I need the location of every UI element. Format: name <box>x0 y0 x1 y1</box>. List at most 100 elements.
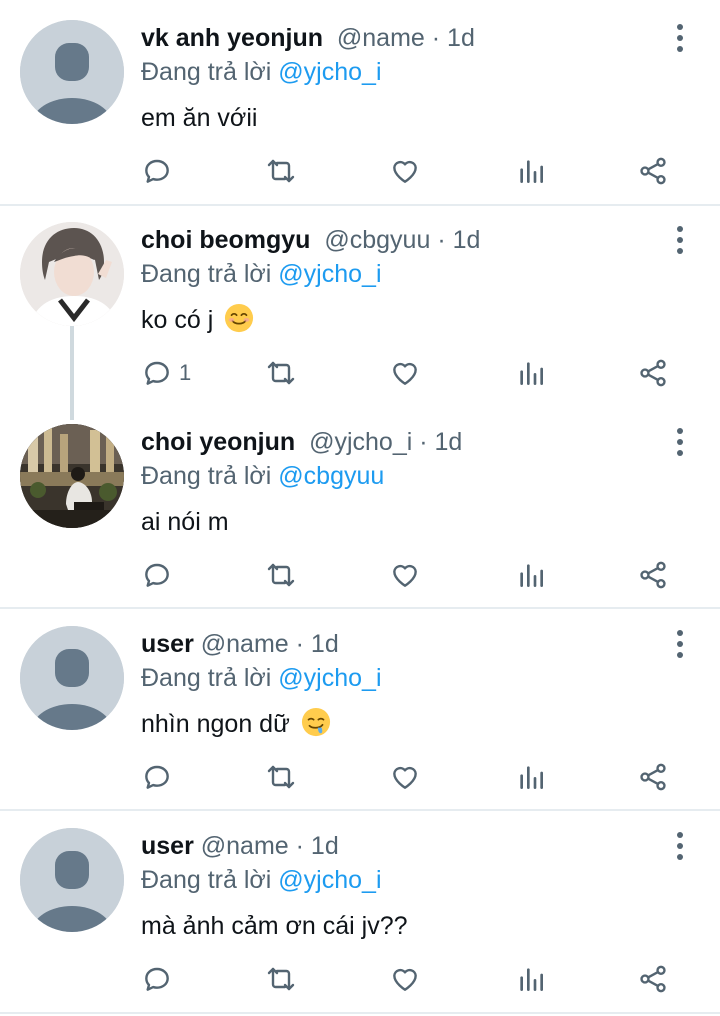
display-name[interactable]: user <box>141 630 194 658</box>
mention-link[interactable]: @yjcho_i <box>278 664 381 692</box>
timestamp[interactable]: 1d <box>311 832 339 860</box>
reply-button[interactable] <box>141 151 179 191</box>
default-avatar-icon <box>20 626 124 730</box>
heart-icon <box>393 564 417 587</box>
replying-prefix: Đang trả lời <box>141 866 272 894</box>
retweet-button[interactable] <box>265 959 297 999</box>
smiling-face-emoji <box>225 303 254 333</box>
share-button[interactable] <box>637 555 669 595</box>
retweet-icon <box>267 765 295 789</box>
tweet-text-row: ko có j <box>141 302 254 338</box>
tweet[interactable]: user @name · 1d Đang trả lời @yjcho_i mà… <box>0 826 720 1016</box>
reply-button[interactable] <box>141 959 179 999</box>
analytics-button[interactable] <box>515 353 547 393</box>
tweet[interactable]: choi beomgyu @cbgyuu · 1d Đang trả lời @… <box>0 220 720 410</box>
heart-icon <box>393 160 417 183</box>
replying-prefix: Đang trả lời <box>141 462 272 490</box>
replying-to-line: Đang trả lời @yjcho_i <box>141 256 382 292</box>
timestamp[interactable]: 1d <box>447 24 475 52</box>
retweet-button[interactable] <box>265 555 297 595</box>
timestamp[interactable]: 1d <box>311 630 339 658</box>
analytics-button[interactable] <box>515 555 547 595</box>
share-button[interactable] <box>637 959 669 999</box>
tweet-actions <box>141 555 681 595</box>
tweet[interactable]: vk anh yeonjun @name · 1d Đang trả lời @… <box>0 18 720 208</box>
tweet-content: vk anh yeonjun @name · 1d Đang trả lời @… <box>141 20 660 140</box>
like-button[interactable] <box>389 757 421 797</box>
more-options-icon[interactable] <box>670 828 690 864</box>
share-button[interactable] <box>637 353 669 393</box>
reply-button[interactable] <box>141 757 179 797</box>
timestamp[interactable]: 1d <box>435 428 463 456</box>
divider <box>0 809 720 811</box>
like-button[interactable] <box>389 555 421 595</box>
display-name[interactable]: choi yeonjun <box>141 428 295 456</box>
default-avatar-icon <box>20 828 124 932</box>
reply-icon <box>145 765 169 789</box>
reply-button[interactable] <box>141 555 179 595</box>
user-handle[interactable]: @name <box>337 24 425 52</box>
like-button[interactable] <box>389 151 421 191</box>
reply-button[interactable]: 1 <box>141 353 191 393</box>
analytics-button[interactable] <box>515 959 547 999</box>
avatar[interactable] <box>20 424 124 528</box>
share-button[interactable] <box>637 757 669 797</box>
profile-photo <box>20 424 124 528</box>
analytics-button[interactable] <box>515 757 547 797</box>
tweet-actions <box>141 959 681 999</box>
more-options-icon[interactable] <box>670 626 690 662</box>
avatar[interactable] <box>20 20 124 124</box>
avatar[interactable] <box>20 222 124 326</box>
tweet[interactable]: choi yeonjun @yjcho_i · 1d Đang trả lời … <box>0 422 720 612</box>
tweet-header: choi yeonjun @yjcho_i · 1d <box>141 424 462 460</box>
analytics-icon <box>520 362 543 385</box>
replying-prefix: Đang trả lời <box>141 664 272 692</box>
reply-icon <box>145 361 169 385</box>
separator-dot: · <box>431 24 441 52</box>
avatar[interactable] <box>20 626 124 730</box>
more-options-icon[interactable] <box>670 424 690 460</box>
user-handle[interactable]: @cbgyuu <box>324 226 430 254</box>
mention-link[interactable]: @yjcho_i <box>278 260 381 288</box>
display-name[interactable]: user <box>141 832 194 860</box>
mention-link[interactable]: @yjcho_i <box>278 866 381 894</box>
more-options-icon[interactable] <box>670 20 690 56</box>
default-avatar-icon <box>20 20 124 124</box>
replying-to-line: Đang trả lời @yjcho_i <box>141 862 382 898</box>
display-name[interactable]: vk anh yeonjun <box>141 24 323 52</box>
share-icon <box>640 763 666 791</box>
retweet-button[interactable] <box>265 151 297 191</box>
user-handle[interactable]: @name <box>201 630 289 658</box>
retweet-icon <box>267 159 295 183</box>
analytics-button[interactable] <box>515 151 547 191</box>
replying-to-line: Đang trả lời @yjcho_i <box>141 54 382 90</box>
like-button[interactable] <box>389 959 421 999</box>
divider <box>0 1012 720 1014</box>
analytics-icon <box>520 160 543 183</box>
tweet-text: ai nói m <box>141 508 229 536</box>
avatar[interactable] <box>20 828 124 932</box>
mention-link[interactable]: @cbgyuu <box>278 462 384 490</box>
share-icon <box>640 561 666 589</box>
user-handle[interactable]: @yjcho_i <box>309 428 412 456</box>
analytics-icon <box>520 766 543 789</box>
separator-dot: · <box>295 630 304 658</box>
more-options-icon[interactable] <box>670 222 690 258</box>
share-button[interactable] <box>637 151 669 191</box>
analytics-icon <box>520 968 543 991</box>
separator-dot: · <box>419 428 428 456</box>
like-button[interactable] <box>389 353 421 393</box>
mention-link[interactable]: @yjcho_i <box>278 58 381 86</box>
separator-dot: · <box>295 832 304 860</box>
tweet-header: user @name · 1d <box>141 828 339 864</box>
user-handle[interactable]: @name <box>201 832 289 860</box>
tweet-header: user @name · 1d <box>141 626 339 662</box>
tweet-header: vk anh yeonjun @name · 1d <box>141 20 475 56</box>
retweet-button[interactable] <box>265 353 297 393</box>
timestamp[interactable]: 1d <box>453 226 481 254</box>
display-name[interactable]: choi beomgyu <box>141 226 310 254</box>
retweet-button[interactable] <box>265 757 297 797</box>
divider <box>0 607 720 609</box>
tweet[interactable]: user @name · 1d Đang trả lời @yjcho_i nh… <box>0 624 720 814</box>
share-icon <box>640 359 666 387</box>
